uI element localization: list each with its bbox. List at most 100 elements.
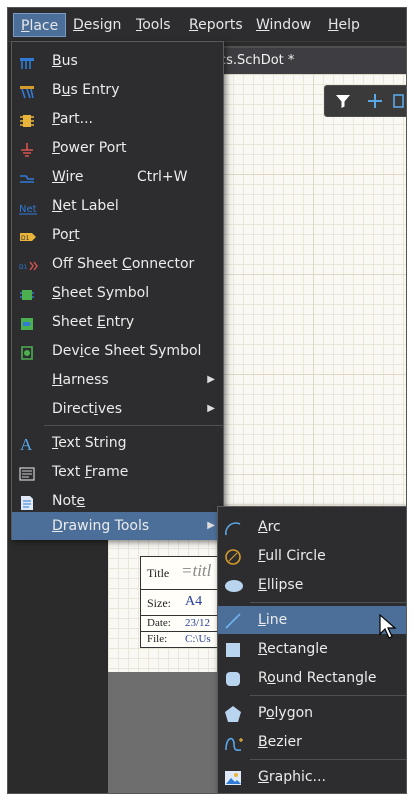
rectangle-select-icon[interactable] [391, 92, 405, 112]
move-plus-icon[interactable] [365, 92, 385, 112]
svg-text:D1: D1 [21, 235, 30, 242]
menu-place[interactable]: Place [13, 13, 67, 37]
menu-label: und Rectangle [275, 670, 377, 686]
menu-window[interactable]: Window [249, 13, 318, 37]
menu-item-directives[interactable]: Directives ▶ [12, 395, 223, 423]
mnemonic: L [258, 612, 266, 628]
menu-item-device-sheet-symbol[interactable]: Device Sheet Symbol [12, 337, 223, 365]
mnemonic: B [258, 734, 268, 750]
menu-item-full-circle[interactable]: Full Circle [218, 542, 406, 570]
menu-label: heet Symbol [60, 285, 150, 301]
menu-item-round-rectangle[interactable]: Round Rectangle [218, 664, 406, 692]
mnemonic: E [258, 577, 267, 593]
menu-item-bezier[interactable]: Bezier [218, 728, 406, 756]
menu-reports[interactable]: Reports [182, 13, 250, 37]
mnemonic: F [84, 464, 92, 480]
menu-label: ire [65, 169, 84, 185]
full-circle-icon [224, 548, 241, 565]
menu-label: arness [62, 372, 109, 388]
menu-label: Dev [52, 343, 80, 359]
polygon-icon [224, 705, 241, 722]
file-label: File: [147, 633, 168, 645]
menu-help[interactable]: Help [321, 13, 367, 37]
menu-item-sheet-entry[interactable]: Sheet Entry [12, 308, 223, 336]
menu-item-text-frame[interactable]: Text Frame [12, 458, 223, 486]
mnemonic: P [52, 111, 60, 127]
port-icon: D1 [19, 227, 36, 243]
menu-label: ves [97, 401, 123, 417]
svg-text:A: A [20, 435, 33, 453]
menu-label: rawing Tools [62, 518, 150, 534]
menu-item-bus-entry[interactable]: Bus Entry [12, 76, 223, 104]
menu-label: Sheet [52, 314, 97, 330]
menu-item-port[interactable]: D1 Port [12, 221, 223, 249]
device-sheet-symbol-icon [19, 343, 35, 360]
mnemonic: A [258, 519, 268, 535]
menu-label: ine [265, 612, 288, 628]
app-window: Place Design Tools Reports Window Help c… [7, 7, 407, 794]
menu-label: et Label [62, 198, 119, 214]
date-label: Date: [147, 617, 171, 629]
submenu-arrow-icon: ▶ [207, 520, 215, 531]
menu-label: t [74, 227, 80, 243]
menu-label: onnector [131, 256, 195, 272]
menu-item-drawing-tools[interactable]: Drawing Tools ▶ [12, 512, 223, 540]
menu-item-power-port[interactable]: Power Port [12, 134, 223, 162]
menu-item-off-sheet-connector[interactable]: D1 Off Sheet Connector [12, 250, 223, 278]
menu-design[interactable]: Design [66, 13, 128, 37]
bezier-icon [224, 734, 243, 752]
menu-item-graphic[interactable]: Graphic... [218, 763, 406, 791]
menu-item-bus[interactable]: Bus [12, 47, 223, 75]
menu-label: s Entry [70, 82, 120, 98]
menu-item-ellipse[interactable]: Ellipse [218, 571, 406, 599]
mnemonic: S [52, 285, 61, 301]
menu-item-arc[interactable]: Arc [218, 513, 406, 541]
menu-item-part[interactable]: Part... [12, 105, 223, 133]
mouse-cursor-icon [379, 614, 397, 639]
panel-background [8, 538, 108, 793]
ellipse-icon [224, 577, 243, 593]
document-tab-label: cs.SchDot * [219, 53, 295, 68]
menu-item-wire[interactable]: Wire Ctrl+W [12, 163, 223, 191]
mnemonic: R [258, 641, 268, 657]
place-menu: Bus Bus Entry Part... Power Port Wire Ct… [11, 41, 224, 540]
menu-item-polygon[interactable]: Polygon [218, 699, 406, 727]
menu-tools[interactable]: Tools [129, 13, 178, 37]
menu-label: rame [91, 464, 129, 480]
title-label: Title [147, 566, 170, 580]
menu-item-net-label[interactable]: Net Net Label [12, 192, 223, 220]
menu-label: R [258, 670, 268, 686]
rectangle-icon [224, 641, 240, 657]
svg-text:D1: D1 [19, 264, 28, 271]
menu-label: B [52, 82, 62, 98]
mnemonic: E [96, 314, 106, 330]
size-label: Size: [147, 596, 171, 610]
menu-item-harness[interactable]: Harness ▶ [12, 366, 223, 394]
text-frame-icon [19, 464, 35, 481]
menu-separator [250, 759, 406, 760]
active-bar [324, 85, 406, 117]
title-value: =titl [181, 561, 212, 580]
menu-label: ce Sheet Symbol [83, 343, 202, 359]
text-string-icon: A [19, 435, 35, 454]
menu-separator [44, 425, 223, 426]
menu-label: ezier [267, 734, 302, 750]
wire-icon [19, 169, 35, 185]
menu-label: ower Port [59, 140, 127, 156]
line-icon [224, 612, 241, 629]
sheet-entry-icon [19, 314, 35, 330]
filter-icon[interactable] [333, 92, 353, 112]
menu-label: ull Circle [265, 548, 326, 564]
bus-entry-icon [19, 82, 35, 99]
power-port-icon [19, 140, 35, 157]
document-tab[interactable]: cs.SchDot * [213, 46, 406, 74]
menu-label: rc [267, 519, 281, 535]
mnemonic: D [52, 518, 63, 534]
menu-item-sheet-symbol[interactable]: Sheet Symbol [12, 279, 223, 307]
mnemonic: B [52, 53, 62, 69]
menu-label: Direct [52, 401, 94, 417]
menu-item-note[interactable]: Note [12, 487, 223, 515]
menu-item-text-string[interactable]: A Text String [12, 429, 223, 457]
file-value: C:\Us [185, 633, 211, 645]
menu-label: Off Sheet [52, 256, 123, 272]
